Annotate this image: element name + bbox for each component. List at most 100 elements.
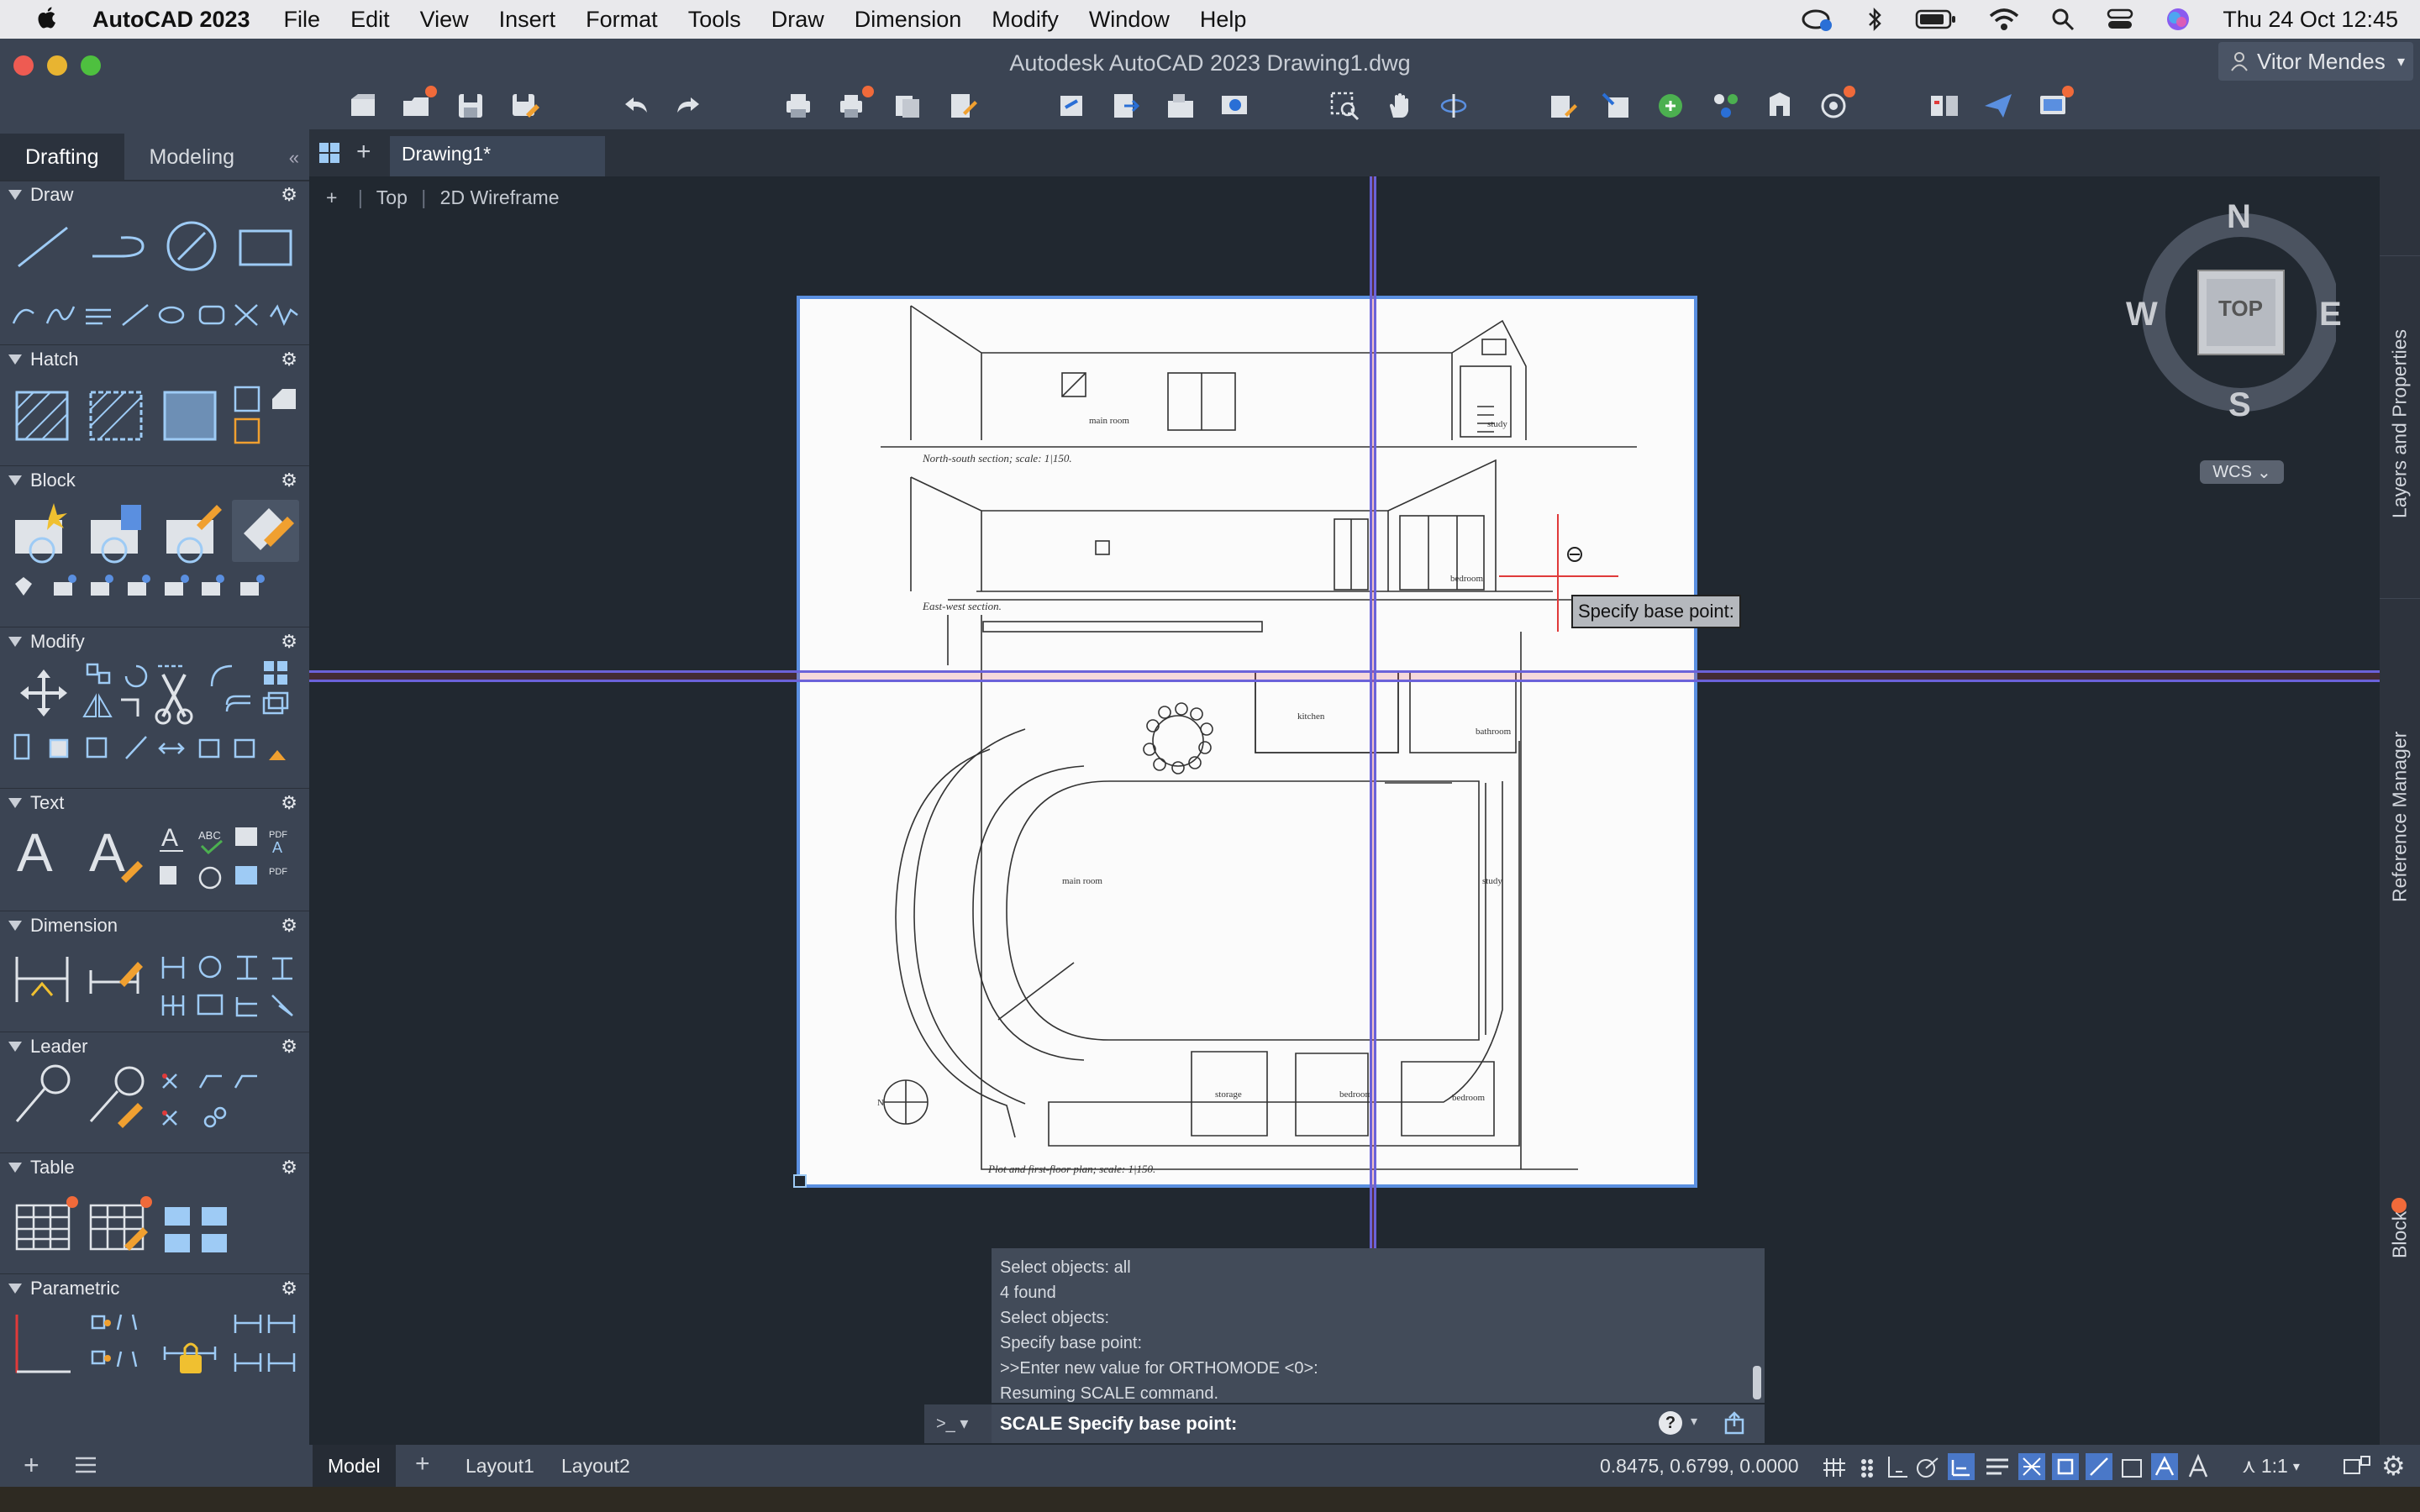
history-scrollbar[interactable] <box>1753 1366 1761 1399</box>
coordinates-readout[interactable]: 0.8475, 0.6799, 0.0000 <box>1600 1455 1799 1478</box>
tab-modeling[interactable]: Modeling <box>124 134 260 181</box>
gear-icon[interactable]: ⚙ <box>281 470 297 491</box>
menu-insert[interactable]: Insert <box>484 7 571 33</box>
floor-plan-drawing[interactable]: North-south section; scale: 1|150. main … <box>797 296 1697 1188</box>
user-account-button[interactable]: Vitor Mendes ▾ <box>2218 42 2413 81</box>
viewcube-top-face[interactable]: TOP <box>2218 296 2263 322</box>
gear-icon[interactable]: ⚙ <box>281 1036 297 1058</box>
gear-icon[interactable]: ⚙ <box>281 915 297 937</box>
annotation-scale[interactable]: ⋏ 1:1 ▾ <box>2242 1455 2300 1478</box>
xref-attach-icon[interactable] <box>1654 89 1687 123</box>
share-icon[interactable] <box>1723 1411 1746 1435</box>
open-file-icon[interactable] <box>400 86 437 123</box>
menu-modify[interactable]: Modify <box>976 7 1074 33</box>
menu-window[interactable]: Window <box>1074 7 1185 33</box>
help-icon[interactable]: ? <box>1659 1411 1682 1435</box>
section-dimension-header[interactable]: Dimension ⚙ <box>0 911 309 940</box>
compare-drawings-icon[interactable] <box>1928 89 1961 123</box>
menu-format[interactable]: Format <box>571 7 673 33</box>
publish-icon[interactable] <box>891 89 924 123</box>
zoom-window-icon[interactable] <box>1328 89 1361 123</box>
control-center-icon[interactable] <box>2107 8 2133 31</box>
orbit-icon[interactable] <box>1437 89 1470 123</box>
save-as-icon[interactable] <box>508 89 541 123</box>
menu-help[interactable]: Help <box>1185 7 1262 33</box>
gear-icon[interactable]: ⚙ <box>281 349 297 370</box>
add-layout-icon[interactable]: + <box>415 1450 430 1478</box>
section-parametric-header[interactable]: Parametric ⚙ <box>0 1274 309 1303</box>
match-layer-icon[interactable] <box>1600 89 1634 123</box>
siri-icon[interactable] <box>2165 7 2191 32</box>
pan-icon[interactable] <box>1383 89 1417 123</box>
compass-north[interactable]: N <box>2227 198 2251 236</box>
selection-grip[interactable] <box>793 1174 807 1188</box>
plot-icon[interactable] <box>781 89 815 123</box>
tab-layout2[interactable]: Layout2 <box>546 1445 645 1487</box>
command-prefix-button[interactable]: >_ ▾ <box>936 1413 968 1434</box>
tab-layout1[interactable]: Layout1 <box>450 1445 550 1487</box>
gear-icon[interactable]: ⚙ <box>281 1278 297 1299</box>
menu-file[interactable]: File <box>269 7 336 33</box>
compass-south[interactable]: S <box>2228 386 2251 424</box>
section-table-header[interactable]: Table ⚙ <box>0 1153 309 1182</box>
new-file-icon[interactable] <box>346 89 380 123</box>
sheet-set-icon[interactable] <box>1818 86 1855 123</box>
isolate-objects-icon[interactable] <box>1709 89 1743 123</box>
menubar-clock[interactable]: Thu 24 Oct 12:45 <box>2223 7 2398 33</box>
batch-plot-icon[interactable] <box>837 86 874 123</box>
command-input[interactable]: SCALE Specify base point: <box>1000 1413 1237 1435</box>
blocks-tab[interactable]: Blocks <box>2380 1179 2420 1280</box>
export-pdf-icon[interactable] <box>946 89 980 123</box>
section-draw-header[interactable]: Draw ⚙ <box>0 181 309 209</box>
export-icon[interactable] <box>1109 89 1143 123</box>
menu-draw[interactable]: Draw <box>756 7 839 33</box>
ucs-menu[interactable]: WCS ⌄ <box>2200 460 2284 484</box>
new-tab-icon[interactable]: + <box>356 138 371 166</box>
gear-icon[interactable]: ⚙ <box>281 631 297 653</box>
viewport-menu-button[interactable]: + <box>326 186 337 208</box>
compass-west[interactable]: W <box>2126 296 2158 333</box>
compass-east[interactable]: E <box>2319 296 2342 333</box>
menu-tools[interactable]: Tools <box>673 7 756 33</box>
search-icon[interactable] <box>2051 8 2075 31</box>
chevron-down-icon[interactable]: ▾ <box>1691 1413 1697 1430</box>
tab-drawing1[interactable]: Drawing1* <box>390 136 605 176</box>
drawing-browser-icon[interactable] <box>318 141 341 165</box>
tab-drafting[interactable]: Drafting <box>0 134 124 181</box>
gear-icon[interactable]: ⚙ <box>2381 1450 2406 1482</box>
wifi-icon[interactable] <box>1989 8 2019 31</box>
bluetooth-icon[interactable] <box>1866 7 1883 32</box>
layer-properties-icon[interactable] <box>1546 89 1580 123</box>
import-icon[interactable] <box>1165 89 1198 123</box>
autodesk-drive-icon[interactable] <box>2037 86 2074 123</box>
creative-cloud-icon[interactable] <box>1801 7 1834 32</box>
battery-icon[interactable] <box>1915 8 1957 30</box>
view-name-button[interactable]: Top <box>376 186 408 208</box>
collapse-palette-icon[interactable]: « <box>289 147 299 169</box>
menu-edit[interactable]: Edit <box>335 7 405 33</box>
share-view-icon[interactable] <box>1055 89 1089 123</box>
undo-icon[interactable] <box>618 89 652 123</box>
gear-icon[interactable]: ⚙ <box>281 184 297 206</box>
gear-icon[interactable]: ⚙ <box>281 1157 297 1179</box>
add-palette-icon[interactable]: + <box>24 1450 39 1481</box>
section-text-header[interactable]: Text ⚙ <box>0 789 309 817</box>
palette-menu-icon[interactable] <box>74 1455 97 1475</box>
apple-icon[interactable] <box>0 6 92 33</box>
menu-view[interactable]: View <box>405 7 484 33</box>
section-modify-header[interactable]: Modify ⚙ <box>0 627 309 656</box>
web-mobile-icon[interactable] <box>1218 89 1252 123</box>
redo-icon[interactable] <box>672 89 706 123</box>
layers-properties-tab[interactable]: Layers and Properties <box>2380 255 2420 591</box>
save-icon[interactable] <box>454 89 487 123</box>
section-hatch-header[interactable]: Hatch ⚙ <box>0 345 309 374</box>
visual-style-button[interactable]: 2D Wireframe <box>440 186 560 208</box>
send-share-icon[interactable] <box>1981 89 2015 123</box>
app-menu[interactable]: AutoCAD 2023 <box>92 7 269 33</box>
tab-model[interactable]: Model <box>313 1445 396 1487</box>
gear-icon[interactable]: ⚙ <box>281 792 297 814</box>
block-editor-icon[interactable] <box>1763 89 1797 123</box>
menu-dimension[interactable]: Dimension <box>839 7 977 33</box>
reference-manager-tab[interactable]: Reference Manager <box>2380 598 2420 1035</box>
workspace-icon[interactable] <box>2343 1453 2371 1478</box>
